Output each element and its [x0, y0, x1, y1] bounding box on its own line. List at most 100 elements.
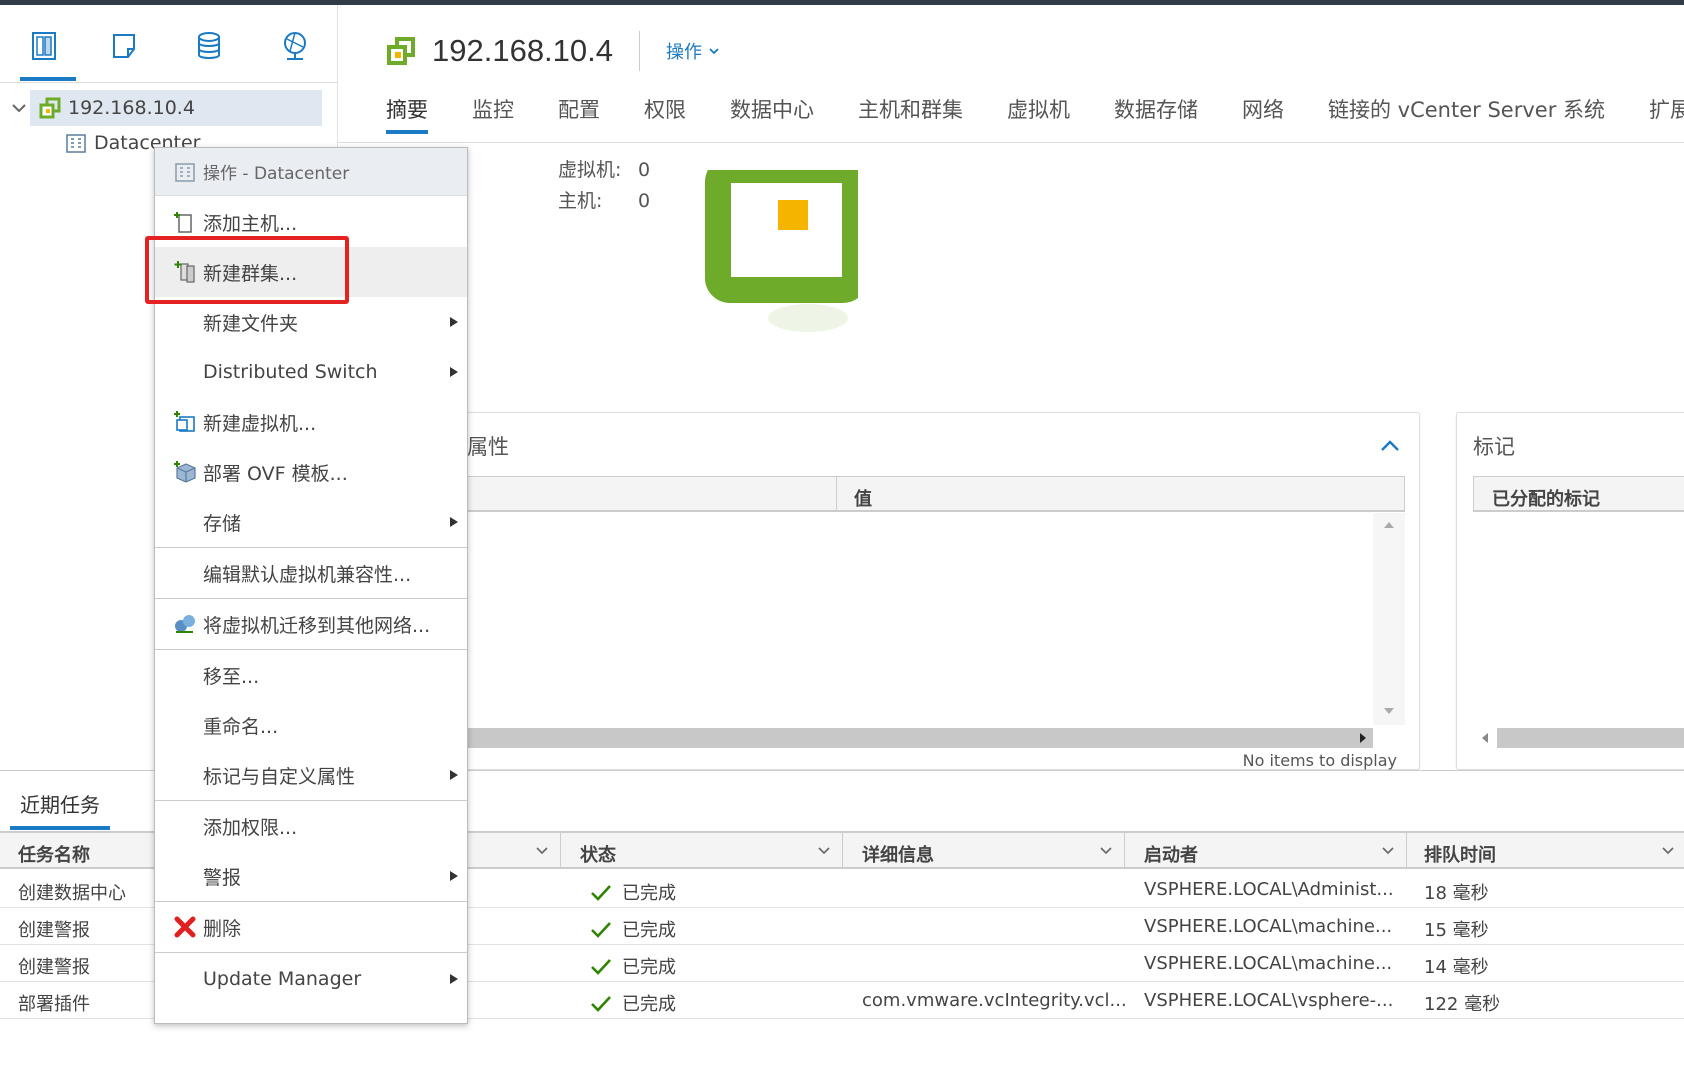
task-initiator: VSPHERE.LOCAL\machine... [1144, 953, 1393, 974]
column-menu-icon[interactable] [816, 842, 832, 858]
column-status[interactable]: 状态 [580, 841, 616, 867]
object-tabs: 摘要 监控 配置 权限 数据中心 主机和群集 虚拟机 数据存储 网络 链接的 v… [386, 92, 1684, 138]
actions-menu-button[interactable]: 操作 [666, 38, 720, 64]
scroll-down-icon[interactable] [1383, 707, 1395, 717]
vertical-scrollbar[interactable] [1373, 513, 1405, 725]
menu-item-new-vm[interactable]: 新建虚拟机... [155, 397, 467, 447]
menu-item-label: 存储 [203, 512, 242, 535]
tags-grid-header: 已分配的标记 [1473, 476, 1684, 512]
tab-linked-vcenter[interactable]: 链接的 vCenter Server 系统 [1328, 92, 1605, 138]
menu-item-rename[interactable]: 重命名... [155, 700, 467, 750]
menu-item-label: 添加主机... [203, 212, 298, 235]
menu-item-move-to[interactable]: 移至... [155, 650, 467, 700]
tags-panel: 标记 已分配的标记 [1456, 412, 1684, 770]
horizontal-scrollbar[interactable] [1497, 728, 1684, 748]
menu-item-label: 添加权限... [203, 816, 298, 839]
task-initiator: VSPHERE.LOCAL\Administ... [1144, 879, 1394, 900]
hosts-clusters-icon[interactable] [28, 29, 68, 69]
menu-item-storage[interactable]: 存储 [155, 497, 467, 547]
chevron-down-icon[interactable] [10, 99, 28, 117]
menu-item-label: 删除 [203, 917, 242, 940]
menu-item-update-manager[interactable]: Update Manager [155, 954, 467, 1004]
tab-monitor[interactable]: 监控 [472, 92, 514, 138]
tab-summary[interactable]: 摘要 [386, 92, 428, 138]
vcenter-icon [39, 97, 61, 119]
menu-item-edit-vm-compat[interactable]: 编辑默认虚拟机兼容性... [155, 548, 467, 598]
task-name: 创建警报 [18, 957, 90, 978]
migrate-network-icon [175, 615, 195, 633]
actions-label: 操作 [666, 42, 703, 63]
menu-item-label: 部署 OVF 模板... [203, 462, 348, 485]
tab-permissions[interactable]: 权限 [644, 92, 686, 138]
task-status: 已完成 [590, 916, 676, 942]
column-divider [1124, 833, 1125, 869]
menu-item-label: 标记与自定义属性 [203, 765, 356, 788]
menu-item-label: 新建文件夹 [203, 312, 299, 335]
column-task-name[interactable]: 任务名称 [18, 841, 90, 867]
tab-configure[interactable]: 配置 [558, 92, 600, 138]
tab-datacenters[interactable]: 数据中心 [730, 92, 814, 138]
menu-item-label: 移至... [203, 665, 260, 688]
task-queued-time: 18 毫秒 [1424, 883, 1489, 904]
tab-vms[interactable]: 虚拟机 [1007, 92, 1070, 138]
column-menu-icon[interactable] [1660, 842, 1676, 858]
menu-item-label: Distributed Switch [203, 361, 378, 383]
status-text: 已完成 [622, 994, 676, 1015]
collapse-chevron-icon[interactable] [1379, 437, 1401, 453]
task-name: 创建数据中心 [18, 883, 126, 904]
task-details: com.vmware.vcIntegrity.vcl... [862, 990, 1127, 1011]
submenu-arrow-icon [450, 871, 458, 881]
task-initiator: VSPHERE.LOCAL\machine... [1144, 916, 1393, 937]
tab-networks[interactable]: 网络 [1242, 92, 1284, 138]
menu-item-tags-attributes[interactable]: 标记与自定义属性 [155, 750, 467, 800]
status-text: 已完成 [622, 957, 676, 978]
column-value[interactable]: 值 [854, 485, 872, 511]
menu-item-add-permission[interactable]: 添加权限... [155, 801, 467, 851]
menu-item-alarms[interactable]: 警报 [155, 851, 467, 901]
networking-icon[interactable] [278, 29, 318, 69]
scroll-left-icon[interactable] [1479, 732, 1491, 744]
status-text: 已完成 [622, 883, 676, 904]
menu-item-distributed-switch[interactable]: Distributed Switch [155, 347, 467, 397]
column-divider [1406, 833, 1407, 869]
scroll-up-icon[interactable] [1383, 519, 1395, 529]
status-text: 已完成 [622, 920, 676, 941]
context-menu-title: 操作 - Datacenter [203, 164, 350, 184]
task-status: 已完成 [590, 953, 676, 979]
column-initiator[interactable]: 启动者 [1144, 841, 1198, 867]
storage-icon[interactable] [192, 29, 232, 69]
vcenter-icon [387, 37, 415, 65]
tab-extensions[interactable]: 扩展 [1649, 92, 1684, 138]
submenu-arrow-icon [450, 517, 458, 527]
hosts-count-label: 主机: [558, 190, 603, 212]
summary-stats: 虚拟机: 0 主机: 0 [558, 155, 650, 217]
menu-item-deploy-ovf[interactable]: 部署 OVF 模板... [155, 447, 467, 497]
main-content: 192.168.10.4 操作 摘要 监控 配置 权限 数据中心 主机和群集 虚… [338, 5, 1684, 770]
tree-item-vcenter[interactable]: 192.168.10.4 [30, 90, 322, 126]
attributes-panel: 属性 值 No items to display [338, 412, 1420, 770]
menu-item-delete[interactable]: 删除 [155, 902, 467, 952]
tab-hosts-clusters[interactable]: 主机和群集 [858, 92, 963, 138]
column-menu-icon[interactable] [1380, 842, 1396, 858]
column-assigned-tags[interactable]: 已分配的标记 [1492, 485, 1600, 511]
tab-recent-tasks[interactable]: 近期任务 [20, 789, 100, 818]
vms-count-label: 虚拟机: [558, 159, 622, 181]
menu-item-new-folder[interactable]: 新建文件夹 [155, 297, 467, 347]
menu-item-migrate-network[interactable]: 将虚拟机迁移到其他网络... [155, 599, 467, 649]
menu-item-label: 编辑默认虚拟机兼容性... [203, 563, 412, 586]
menu-item-label: Update Manager [203, 968, 362, 990]
object-header: 192.168.10.4 操作 [386, 31, 720, 71]
check-icon [591, 922, 611, 938]
column-menu-icon[interactable] [534, 842, 550, 858]
scroll-right-icon[interactable] [1357, 732, 1369, 744]
horizontal-scrollbar[interactable] [355, 728, 1373, 748]
context-menu-header: 操作 - Datacenter [155, 148, 467, 196]
new-vm-icon [174, 411, 195, 432]
column-menu-icon[interactable] [1098, 842, 1114, 858]
column-queued-time[interactable]: 排队时间 [1424, 841, 1496, 867]
vms-templates-icon[interactable] [108, 29, 148, 69]
datacenter-icon [175, 163, 195, 182]
tab-datastores[interactable]: 数据存储 [1114, 92, 1198, 138]
attributes-grid-header: 值 [355, 476, 1405, 512]
column-details[interactable]: 详细信息 [862, 841, 934, 867]
